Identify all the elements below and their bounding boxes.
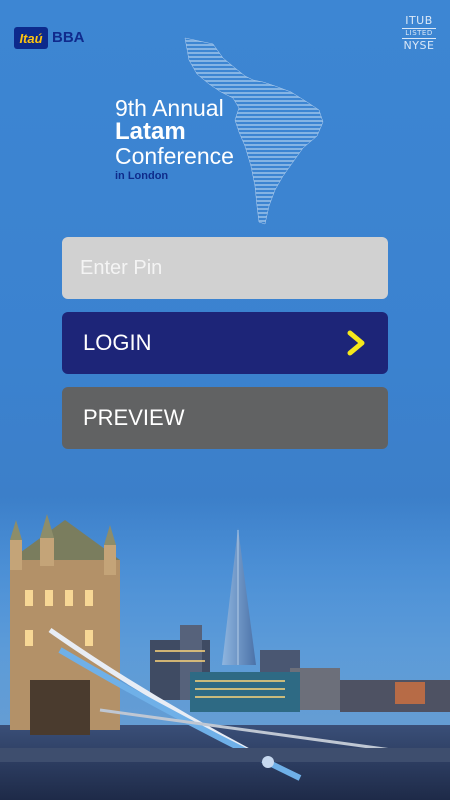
itau-logo: Itaú [14,27,48,49]
chevron-right-icon [347,330,365,356]
event-location: in London [115,170,169,182]
nyse-badge: ITUB LISTED NYSE [402,15,436,52]
ticker-bottom: NYSE [403,39,435,52]
preview-label: PREVIEW [83,405,185,430]
login-label: LOGIN [83,330,152,355]
login-button[interactable]: LOGIN [62,312,388,374]
event-edition: 9th Annual [115,95,224,121]
ticker-top: ITUB [405,14,433,27]
london-skyline-image [0,500,450,800]
event-type: Conference [115,143,234,169]
event-title: 9th Annual Latam Conference in London [115,96,234,182]
preview-button[interactable]: PREVIEW [62,387,388,449]
event-name: Latam [115,118,186,145]
ticker-mid: LISTED [402,28,436,39]
logo-text: Itaú [19,30,43,46]
logo-suffix: BBA [52,29,85,46]
pin-input[interactable] [62,237,388,299]
